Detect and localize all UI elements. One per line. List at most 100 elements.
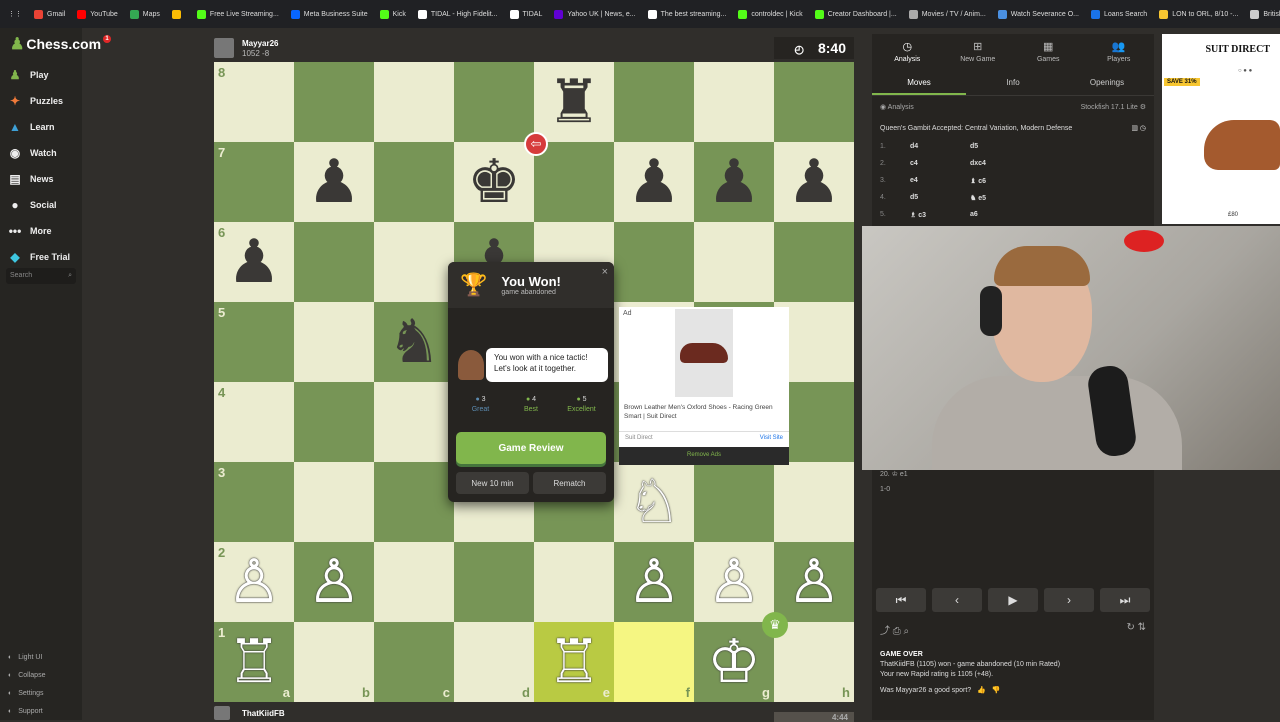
bottom-player-name[interactable]: ThatKiidFB bbox=[242, 709, 285, 718]
close-icon[interactable]: × bbox=[602, 266, 608, 278]
square-g7[interactable]: ♟ bbox=[694, 142, 774, 222]
bookmark-item[interactable]: Movies / TV / Anim... bbox=[908, 9, 986, 19]
square-b2[interactable]: ♙ bbox=[294, 542, 374, 622]
subtab-moves[interactable]: Moves bbox=[872, 70, 966, 95]
top-player-name[interactable]: Mayyar26 bbox=[242, 39, 278, 48]
square-f8[interactable] bbox=[614, 62, 694, 142]
engine-label[interactable]: ◉ Analysis bbox=[880, 103, 914, 111]
ad-image[interactable] bbox=[675, 309, 733, 397]
avatar[interactable] bbox=[214, 706, 230, 720]
last-move-button[interactable]: ⏭ bbox=[1100, 588, 1150, 612]
white-move[interactable]: ♗ c3 bbox=[910, 211, 970, 219]
board-advertisement[interactable]: Ad Brown Leather Men's Oxford Shoes - Ra… bbox=[619, 307, 789, 465]
black-move[interactable]: d5 bbox=[970, 143, 1030, 150]
chess-piece[interactable]: ♙ bbox=[627, 552, 681, 612]
square-c3[interactable] bbox=[374, 462, 454, 542]
bookmark-item[interactable]: Gmail bbox=[34, 9, 65, 19]
square-h1[interactable]: h bbox=[774, 622, 854, 702]
chess-piece[interactable]: ♞ bbox=[387, 312, 441, 372]
square-c2[interactable] bbox=[374, 542, 454, 622]
bookmark-item[interactable] bbox=[171, 9, 185, 19]
square-b1[interactable]: b bbox=[294, 622, 374, 702]
square-a8[interactable]: 8 bbox=[214, 62, 294, 142]
chess-piece[interactable]: ♔ bbox=[707, 632, 761, 692]
search-input[interactable]: Search ⌕ bbox=[6, 268, 76, 284]
square-h2[interactable]: ♙ bbox=[774, 542, 854, 622]
sidebar-item-learn[interactable]: ▲ Learn bbox=[8, 114, 70, 140]
bookmark-item[interactable]: TIDAL - High Fidelit... bbox=[417, 9, 498, 19]
white-move[interactable]: c4 bbox=[910, 160, 970, 167]
new-game-button[interactable]: New 10 min bbox=[456, 472, 529, 494]
next-move-button[interactable]: › bbox=[1044, 588, 1094, 612]
chess-piece[interactable]: ♟ bbox=[227, 232, 281, 292]
thumbs-up-icon[interactable]: 👍 bbox=[977, 686, 986, 696]
bookmark-item[interactable]: The best streaming... bbox=[647, 9, 726, 19]
subtab-info[interactable]: Info bbox=[966, 70, 1060, 95]
square-h8[interactable] bbox=[774, 62, 854, 142]
chess-piece[interactable]: ♙ bbox=[227, 552, 281, 612]
square-a6[interactable]: 6 ♟ bbox=[214, 222, 294, 302]
chess-piece[interactable]: ♖ bbox=[227, 632, 281, 692]
square-c4[interactable] bbox=[374, 382, 454, 462]
black-move[interactable]: ♝ c6 bbox=[970, 177, 1030, 185]
rematch-button[interactable]: Rematch bbox=[533, 472, 606, 494]
bookmark-item[interactable]: Loans Search bbox=[1091, 9, 1147, 19]
square-a2[interactable]: 2 ♙ bbox=[214, 542, 294, 622]
square-a7[interactable]: 7 bbox=[214, 142, 294, 222]
square-c8[interactable] bbox=[374, 62, 454, 142]
side-advertisement[interactable]: SUIT DIRECT ○ ● ● SAVE 31% £80 bbox=[1162, 34, 1280, 224]
sidebar-item-social[interactable]: ● Social bbox=[8, 192, 70, 218]
chess-piece[interactable]: ♙ bbox=[307, 552, 361, 612]
square-f7[interactable]: ♟ bbox=[614, 142, 694, 222]
play-button[interactable]: ▶ bbox=[988, 588, 1038, 612]
square-e2[interactable] bbox=[534, 542, 614, 622]
square-e8[interactable]: ♜ bbox=[534, 62, 614, 142]
sidebar-item-play[interactable]: ♟ Play bbox=[8, 62, 70, 88]
bookmark-item[interactable]: controldec | Kick bbox=[738, 9, 803, 19]
sidebar-bottom-support[interactable]: ◐ Support bbox=[8, 702, 45, 720]
square-c7[interactable] bbox=[374, 142, 454, 222]
chess-piece[interactable]: ♚ bbox=[467, 152, 521, 212]
square-g6[interactable] bbox=[694, 222, 774, 302]
square-b7[interactable]: ♟ bbox=[294, 142, 374, 222]
square-d1[interactable]: d bbox=[454, 622, 534, 702]
first-move-button[interactable]: ⏮ bbox=[876, 588, 926, 612]
square-a3[interactable]: 3 bbox=[214, 462, 294, 542]
square-f2[interactable]: ♙ bbox=[614, 542, 694, 622]
square-h7[interactable]: ♟ bbox=[774, 142, 854, 222]
bookmark-item[interactable]: Maps bbox=[129, 9, 160, 19]
bookmark-item[interactable]: Free Live Streaming... bbox=[196, 9, 279, 19]
bookmark-item[interactable]: YouTube bbox=[77, 9, 118, 19]
chess-piece[interactable]: ♙ bbox=[787, 552, 841, 612]
visit-site-link[interactable]: Visit Site bbox=[760, 435, 783, 442]
square-g3[interactable] bbox=[694, 462, 774, 542]
bookmark-item[interactable]: Watch Severance O... bbox=[997, 9, 1079, 19]
chess-piece[interactable]: ♖ bbox=[547, 632, 601, 692]
sidebar-item-free-trial[interactable]: ◆ Free Trial bbox=[8, 244, 70, 270]
sidebar-item-more[interactable]: ••• More bbox=[8, 218, 70, 244]
square-h6[interactable] bbox=[774, 222, 854, 302]
ad-text[interactable]: Brown Leather Men's Oxford Shoes - Racin… bbox=[624, 403, 786, 421]
chess-piece[interactable]: ♟ bbox=[787, 152, 841, 212]
white-move[interactable]: d4 bbox=[910, 143, 970, 150]
square-h3[interactable] bbox=[774, 462, 854, 542]
chess-piece[interactable]: ♜ bbox=[547, 72, 601, 132]
square-e1[interactable]: e ♖ bbox=[534, 622, 614, 702]
square-g8[interactable] bbox=[694, 62, 774, 142]
tab-games[interactable]: ▦ Games bbox=[1013, 34, 1084, 70]
sidebar-item-watch[interactable]: ◉ Watch bbox=[8, 140, 70, 166]
tab-new-game[interactable]: ⊞ New Game bbox=[943, 34, 1014, 70]
bookmark-item[interactable]: TIDAL bbox=[509, 9, 542, 19]
square-a1[interactable]: 1 a ♖ bbox=[214, 622, 294, 702]
chess-piece[interactable]: ♙ bbox=[707, 552, 761, 612]
chess-piece[interactable]: ♘ bbox=[627, 472, 681, 532]
white-move[interactable]: d5 bbox=[910, 194, 970, 201]
square-a5[interactable]: 5 bbox=[214, 302, 294, 382]
square-d2[interactable] bbox=[454, 542, 534, 622]
square-b8[interactable] bbox=[294, 62, 374, 142]
square-a4[interactable]: 4 bbox=[214, 382, 294, 462]
carousel-dots[interactable]: ○ ● ● bbox=[1238, 68, 1252, 74]
square-b3[interactable] bbox=[294, 462, 374, 542]
sidebar-bottom-collapse[interactable]: ◐ Collapse bbox=[8, 666, 45, 684]
game-review-button[interactable]: Game Review bbox=[456, 432, 606, 464]
